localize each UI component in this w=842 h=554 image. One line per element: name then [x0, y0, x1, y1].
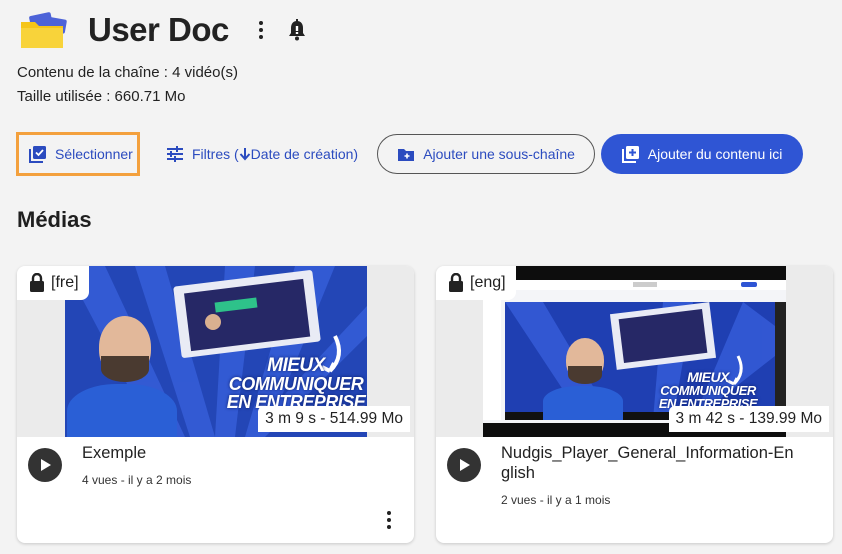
video-title[interactable]: Exemple: [82, 443, 392, 463]
channel-meta: Contenu de la chaîne : 4 vidéo(s) Taille…: [17, 61, 238, 109]
video-stats: 4 vues - il y a 2 mois: [82, 473, 192, 487]
play-icon[interactable]: [447, 448, 481, 482]
add-folder-icon: [397, 147, 415, 162]
video-title[interactable]: Nudgis_Player_General_Information-Englis…: [501, 443, 801, 483]
filter-button[interactable]: Filtres ( Date de création): [166, 132, 358, 176]
filter-icon: [166, 146, 184, 162]
language-label: [fre]: [51, 274, 79, 291]
video-card[interactable]: MIEUX COMMUNIQUER EN ENTREPRISE [fre] 3 …: [17, 266, 414, 543]
lock-icon: [30, 273, 44, 292]
add-content-label: Ajouter du contenu ici: [647, 146, 783, 162]
storage-used: Taille utilisée : 660.71 Mo: [17, 88, 186, 105]
channel-header: User Doc: [18, 10, 309, 50]
lock-icon: [449, 273, 463, 292]
bell-icon[interactable]: [285, 16, 309, 44]
select-button[interactable]: Sélectionner: [16, 132, 140, 176]
language-badge: [fre]: [17, 266, 89, 300]
video-card[interactable]: MIEUX COMMUNIQUER EN ENTREPRISE [eng] 3 …: [436, 266, 833, 543]
add-subchannel-button[interactable]: Ajouter une sous-chaîne: [377, 134, 596, 174]
select-label: Sélectionner: [55, 146, 133, 162]
select-checkbox-icon: [29, 145, 47, 163]
language-label: [eng]: [470, 274, 506, 291]
duration-badge: 3 m 9 s - 514.99 Mo: [258, 406, 410, 432]
content-count: Contenu de la chaîne : 4 vidéo(s): [17, 64, 238, 81]
play-icon[interactable]: [28, 448, 62, 482]
toolbar: Sélectionner Filtres ( Date de création): [16, 132, 804, 176]
add-content-button[interactable]: Ajouter du contenu ici: [601, 134, 804, 174]
filter-sort-label: Date de création): [250, 146, 359, 162]
thumbnail-text: MIEUX COMMUNIQUER EN ENTREPRISE: [226, 355, 366, 412]
video-stats: 2 vues - il y a 1 mois: [501, 493, 611, 507]
video-thumbnail[interactable]: MIEUX COMMUNIQUER EN ENTREPRISE [eng] 3 …: [436, 266, 833, 437]
arrow-down-icon: [239, 147, 251, 161]
folder-icon: [18, 10, 70, 50]
kebab-icon[interactable]: [251, 16, 271, 44]
duration-badge: 3 m 42 s - 139.99 Mo: [668, 406, 829, 432]
language-badge: [eng]: [436, 266, 516, 300]
thumbnail-text: MIEUX COMMUNIQUER EN ENTREPRISE: [658, 369, 758, 411]
add-subchannel-label: Ajouter une sous-chaîne: [423, 146, 575, 162]
kebab-icon[interactable]: [384, 510, 394, 530]
channel-title: User Doc: [88, 11, 229, 48]
add-content-icon: [621, 145, 640, 163]
section-title: Médias: [17, 207, 92, 232]
video-thumbnail[interactable]: MIEUX COMMUNIQUER EN ENTREPRISE [fre] 3 …: [17, 266, 414, 437]
filter-label: Filtres (: [192, 146, 239, 162]
